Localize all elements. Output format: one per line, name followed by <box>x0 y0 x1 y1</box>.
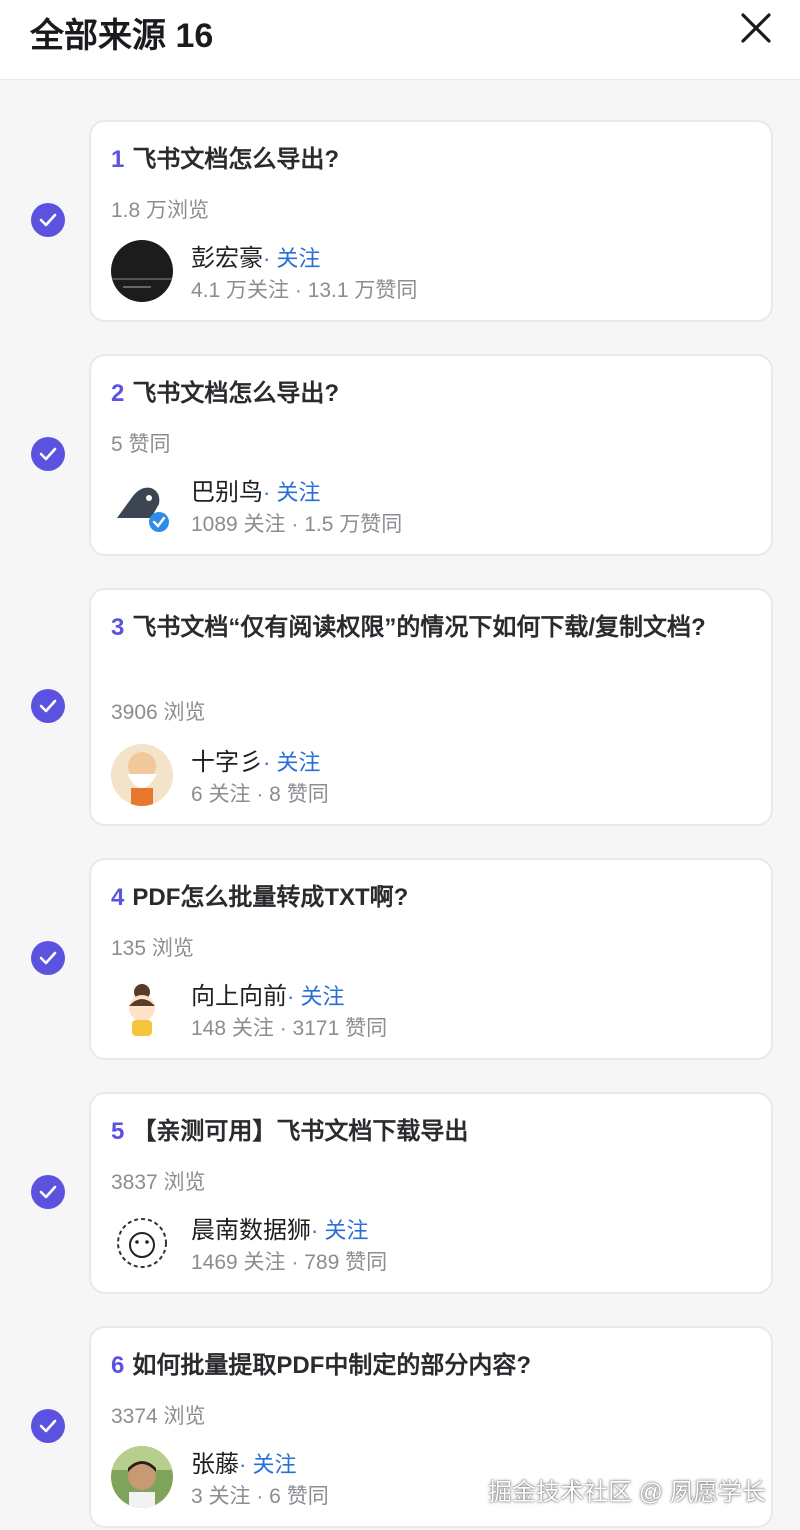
checkmark-icon[interactable] <box>31 689 65 723</box>
view-count: 3906 浏览 <box>111 701 206 724</box>
source-card[interactable]: 4 PDF怎么批量转成TXT啊? 135 浏览 向上向前· 关注 148 关注 ·… <box>89 858 773 1060</box>
author-name-line: 十字彡· 关注 <box>191 742 320 777</box>
author-name-line: 张藤· 关注 <box>191 1444 296 1479</box>
cartoon-girl-avatar[interactable] <box>111 978 173 1040</box>
author-stats: 1089 关注 · 1.5 万赞同 <box>191 513 403 536</box>
view-count: 1.8 万浏览 <box>111 199 210 222</box>
view-count: 135 浏览 <box>111 937 194 960</box>
author-block: 向上向前· 关注 148 关注 · 3171 赞同 <box>111 976 711 1042</box>
source-card[interactable]: 1 飞书文档怎么导出? 1.8 万浏览 彭宏豪· 关注 4.1 万关注 · 13.… <box>89 120 773 322</box>
checkmark-icon[interactable] <box>31 203 65 237</box>
author-name-line: 彭宏豪· 关注 <box>191 238 320 273</box>
checkmark-icon[interactable] <box>31 941 65 975</box>
question-title[interactable]: 1 飞书文档怎么导出? <box>111 142 741 178</box>
follow-link[interactable]: · 关注 <box>311 1218 368 1243</box>
photo-avatar[interactable] <box>111 1446 173 1508</box>
follow-link[interactable]: · 关注 <box>287 984 344 1009</box>
question-title[interactable]: 2 飞书文档怎么导出? <box>111 376 741 412</box>
question-title[interactable]: 6 如何批量提取PDF中制定的部分内容? <box>111 1348 741 1384</box>
author-name[interactable]: 向上向前 <box>191 983 287 1010</box>
close-icon[interactable] <box>736 8 776 48</box>
author-stats: 3 关注 · 6 赞同 <box>191 1485 329 1508</box>
author-name-line: 晨南数据狮· 关注 <box>191 1210 368 1245</box>
header: 全部来源 16 <box>0 0 800 80</box>
author-name-line: 巴别鸟· 关注 <box>191 472 320 507</box>
author-name[interactable]: 十字彡 <box>191 749 263 776</box>
checkmark-icon[interactable] <box>31 1409 65 1443</box>
author-block: 十字彡· 关注 6 关注 · 8 赞同 <box>111 742 711 808</box>
source-card[interactable]: 5 【亲测可用】飞书文档下载导出 3837 浏览 晨南数据狮· 关注 1469 关… <box>89 1092 773 1294</box>
author-stats: 4.1 万关注 · 13.1 万赞同 <box>191 279 418 302</box>
follow-link[interactable]: · 关注 <box>239 1452 296 1477</box>
source-card[interactable]: 2 飞书文档怎么导出? 5 赞同 巴别鸟· 关注 1089 关注 · 1.5 万赞… <box>89 354 773 556</box>
watermark: 掘金技术社区 @ 夙愿学长 <box>488 1479 766 1506</box>
author-stats: 148 关注 · 3171 赞同 <box>191 1017 388 1040</box>
author-name[interactable]: 彭宏豪 <box>191 245 263 272</box>
source-card[interactable]: 3 飞书文档“仅有阅读权限”的情况下如何下载/复制文档? 3906 浏览 十字彡·… <box>89 588 773 826</box>
author-block: 晨南数据狮· 关注 1469 关注 · 789 赞同 <box>111 1210 711 1276</box>
page-title: 全部来源 16 <box>30 17 214 55</box>
like-count: 5 赞同 <box>111 433 171 456</box>
source-number: 2 <box>111 380 125 407</box>
question-title[interactable]: 5 【亲测可用】飞书文档下载导出 <box>111 1114 741 1150</box>
follow-link[interactable]: · 关注 <box>263 480 320 505</box>
follow-link[interactable]: · 关注 <box>263 750 320 775</box>
lion-sketch-avatar[interactable] <box>111 1212 173 1274</box>
checkmark-icon[interactable] <box>31 1175 65 1209</box>
author-name[interactable]: 张藤 <box>191 1451 239 1478</box>
source-number: 3 <box>111 614 125 641</box>
author-block: 彭宏豪· 关注 4.1 万关注 · 13.1 万赞同 <box>111 238 711 304</box>
source-number: 6 <box>111 1352 125 1379</box>
author-block: 巴别鸟· 关注 1089 关注 · 1.5 万赞同 <box>111 472 711 538</box>
bird-logo-avatar[interactable] <box>111 474 173 536</box>
author-name-line: 向上向前· 关注 <box>191 976 344 1011</box>
follow-link[interactable]: · 关注 <box>263 246 320 271</box>
checkmark-icon[interactable] <box>31 437 65 471</box>
view-count: 3374 浏览 <box>111 1405 206 1428</box>
view-count: 3837 浏览 <box>111 1171 206 1194</box>
author-name[interactable]: 巴别鸟 <box>191 479 263 506</box>
avatar[interactable] <box>111 240 173 302</box>
source-number: 4 <box>111 884 125 911</box>
avatar[interactable] <box>111 744 173 806</box>
source-number: 1 <box>111 146 125 173</box>
question-title[interactable]: 3 飞书文档“仅有阅读权限”的情况下如何下载/复制文档? <box>111 610 741 646</box>
source-number: 5 <box>111 1118 125 1145</box>
author-stats: 1469 关注 · 789 赞同 <box>191 1251 388 1274</box>
author-name[interactable]: 晨南数据狮 <box>191 1217 311 1244</box>
author-stats: 6 关注 · 8 赞同 <box>191 783 329 806</box>
question-title[interactable]: 4 PDF怎么批量转成TXT啊? <box>111 880 741 916</box>
